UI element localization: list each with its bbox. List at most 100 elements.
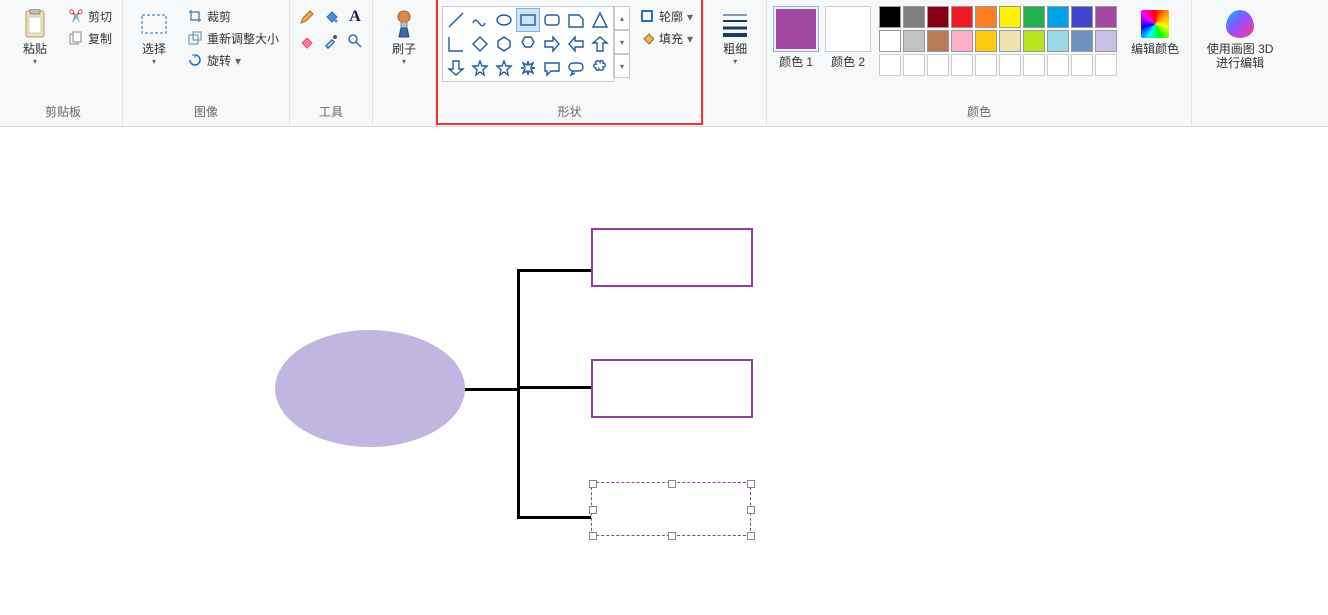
swatch-row1-9[interactable] <box>1095 6 1117 28</box>
canvas[interactable] <box>0 127 1328 615</box>
selection-handle-0[interactable] <box>589 480 597 488</box>
zoom-tool[interactable] <box>344 30 366 52</box>
swatch-row3-7[interactable] <box>1047 54 1069 76</box>
shape-7[interactable] <box>445 33 467 55</box>
rotate-button[interactable]: 旋转 ▾ <box>183 50 283 70</box>
text-tool[interactable]: A <box>344 6 366 28</box>
canvas-line-1[interactable] <box>517 269 520 519</box>
swatch-row3-3[interactable] <box>951 54 973 76</box>
swatch-row3-2[interactable] <box>927 54 949 76</box>
selection-handle-4[interactable] <box>747 506 755 514</box>
shapes-gallery[interactable] <box>442 6 614 82</box>
selection-handle-3[interactable] <box>589 506 597 514</box>
shape-16[interactable] <box>493 57 515 79</box>
canvas-line-0[interactable] <box>465 388 519 391</box>
copy-icon <box>68 30 84 46</box>
swatch-row1-7[interactable] <box>1047 6 1069 28</box>
brush-button[interactable]: 刷子 ▾ <box>379 6 429 68</box>
swatch-row1-8[interactable] <box>1071 6 1093 28</box>
swatch-row1-2[interactable] <box>927 6 949 28</box>
shape-18[interactable] <box>541 57 563 79</box>
shape-19[interactable] <box>565 57 587 79</box>
color2-swatch <box>828 9 868 49</box>
swatch-row2-0[interactable] <box>879 30 901 52</box>
color1-button[interactable]: 颜色 1 <box>773 6 819 69</box>
canvas-line-2[interactable] <box>520 269 591 272</box>
selection-handle-7[interactable] <box>747 532 755 540</box>
swatch-row2-6[interactable] <box>1023 30 1045 52</box>
canvas-rect-1[interactable] <box>591 359 753 418</box>
selection-handle-5[interactable] <box>589 532 597 540</box>
swatch-row3-0[interactable] <box>879 54 901 76</box>
scroll-up-icon[interactable]: ▴ <box>614 6 630 30</box>
shapes-scroll[interactable]: ▴ ▾ ▾ <box>614 6 629 82</box>
shape-6[interactable] <box>589 9 611 31</box>
edit-colors-button[interactable]: 编辑颜色 <box>1125 6 1185 58</box>
eraser-tool[interactable] <box>296 30 318 52</box>
paint3d-button[interactable]: 使用画图 3D 进行编辑 <box>1198 6 1282 72</box>
group-paint3d: 使用画图 3D 进行编辑 <box>1192 0 1288 126</box>
swatch-row2-9[interactable] <box>1095 30 1117 52</box>
swatch-row2-5[interactable] <box>999 30 1021 52</box>
swatch-row2-3[interactable] <box>951 30 973 52</box>
canvas-line-4[interactable] <box>520 516 591 519</box>
canvas-line-3[interactable] <box>520 386 591 389</box>
picker-tool[interactable] <box>320 30 342 52</box>
swatch-row1-0[interactable] <box>879 6 901 28</box>
shape-10[interactable] <box>517 33 539 55</box>
shape-0[interactable] <box>445 9 467 31</box>
size-button[interactable]: 粗细 ▾ <box>710 6 760 68</box>
selection-handle-1[interactable] <box>668 480 676 488</box>
scroll-down-icon[interactable]: ▾ <box>614 30 630 54</box>
swatch-row1-1[interactable] <box>903 6 925 28</box>
paste-button[interactable]: 粘贴 ▾ <box>10 6 60 68</box>
swatch-row1-6[interactable] <box>1023 6 1045 28</box>
canvas-rect-selected[interactable] <box>591 482 751 536</box>
select-button[interactable]: 选择 ▾ <box>129 6 179 68</box>
swatch-row1-4[interactable] <box>975 6 997 28</box>
shape-5[interactable] <box>565 9 587 31</box>
shape-1[interactable] <box>469 9 491 31</box>
resize-button[interactable]: 重新调整大小 <box>183 28 283 48</box>
canvas-rect-0[interactable] <box>591 228 753 287</box>
swatch-row3-6[interactable] <box>1023 54 1045 76</box>
swatch-row2-8[interactable] <box>1071 30 1093 52</box>
swatch-row3-5[interactable] <box>999 54 1021 76</box>
shape-12[interactable] <box>565 33 587 55</box>
swatch-row2-2[interactable] <box>927 30 949 52</box>
fill-button[interactable]: 填充 ▾ <box>635 28 697 48</box>
shape-20[interactable] <box>589 57 611 79</box>
shape-3[interactable] <box>517 9 539 31</box>
swatch-row2-7[interactable] <box>1047 30 1069 52</box>
scroll-more-icon[interactable]: ▾ <box>614 54 630 78</box>
swatch-row3-8[interactable] <box>1071 54 1093 76</box>
swatch-row2-1[interactable] <box>903 30 925 52</box>
shape-13[interactable] <box>589 33 611 55</box>
swatch-row3-9[interactable] <box>1095 54 1117 76</box>
shape-14[interactable] <box>445 57 467 79</box>
swatch-row2-4[interactable] <box>975 30 997 52</box>
fill-tool[interactable] <box>320 6 342 28</box>
swatch-row1-3[interactable] <box>951 6 973 28</box>
crop-button[interactable]: 裁剪 <box>183 6 283 26</box>
copy-button[interactable]: 复制 <box>64 28 116 48</box>
color2-button[interactable]: 颜色 2 <box>825 6 871 69</box>
swatch-row3-1[interactable] <box>903 54 925 76</box>
canvas-ellipse[interactable] <box>275 330 465 447</box>
shape-11[interactable] <box>541 33 563 55</box>
swatch-row3-4[interactable] <box>975 54 997 76</box>
selection-handle-6[interactable] <box>668 532 676 540</box>
shape-17[interactable] <box>517 57 539 79</box>
shape-9[interactable] <box>493 33 515 55</box>
outline-button[interactable]: 轮廓 ▾ <box>635 6 697 26</box>
group-label-clipboard: 剪贴板 <box>45 99 81 124</box>
pencil-tool[interactable] <box>296 6 318 28</box>
swatch-row1-5[interactable] <box>999 6 1021 28</box>
selection-handle-2[interactable] <box>747 480 755 488</box>
cut-button[interactable]: ✂️ 剪切 <box>64 6 116 26</box>
shape-4[interactable] <box>541 9 563 31</box>
shape-15[interactable] <box>469 57 491 79</box>
shape-2[interactable] <box>493 9 515 31</box>
color-palette[interactable] <box>879 6 1117 76</box>
shape-8[interactable] <box>469 33 491 55</box>
